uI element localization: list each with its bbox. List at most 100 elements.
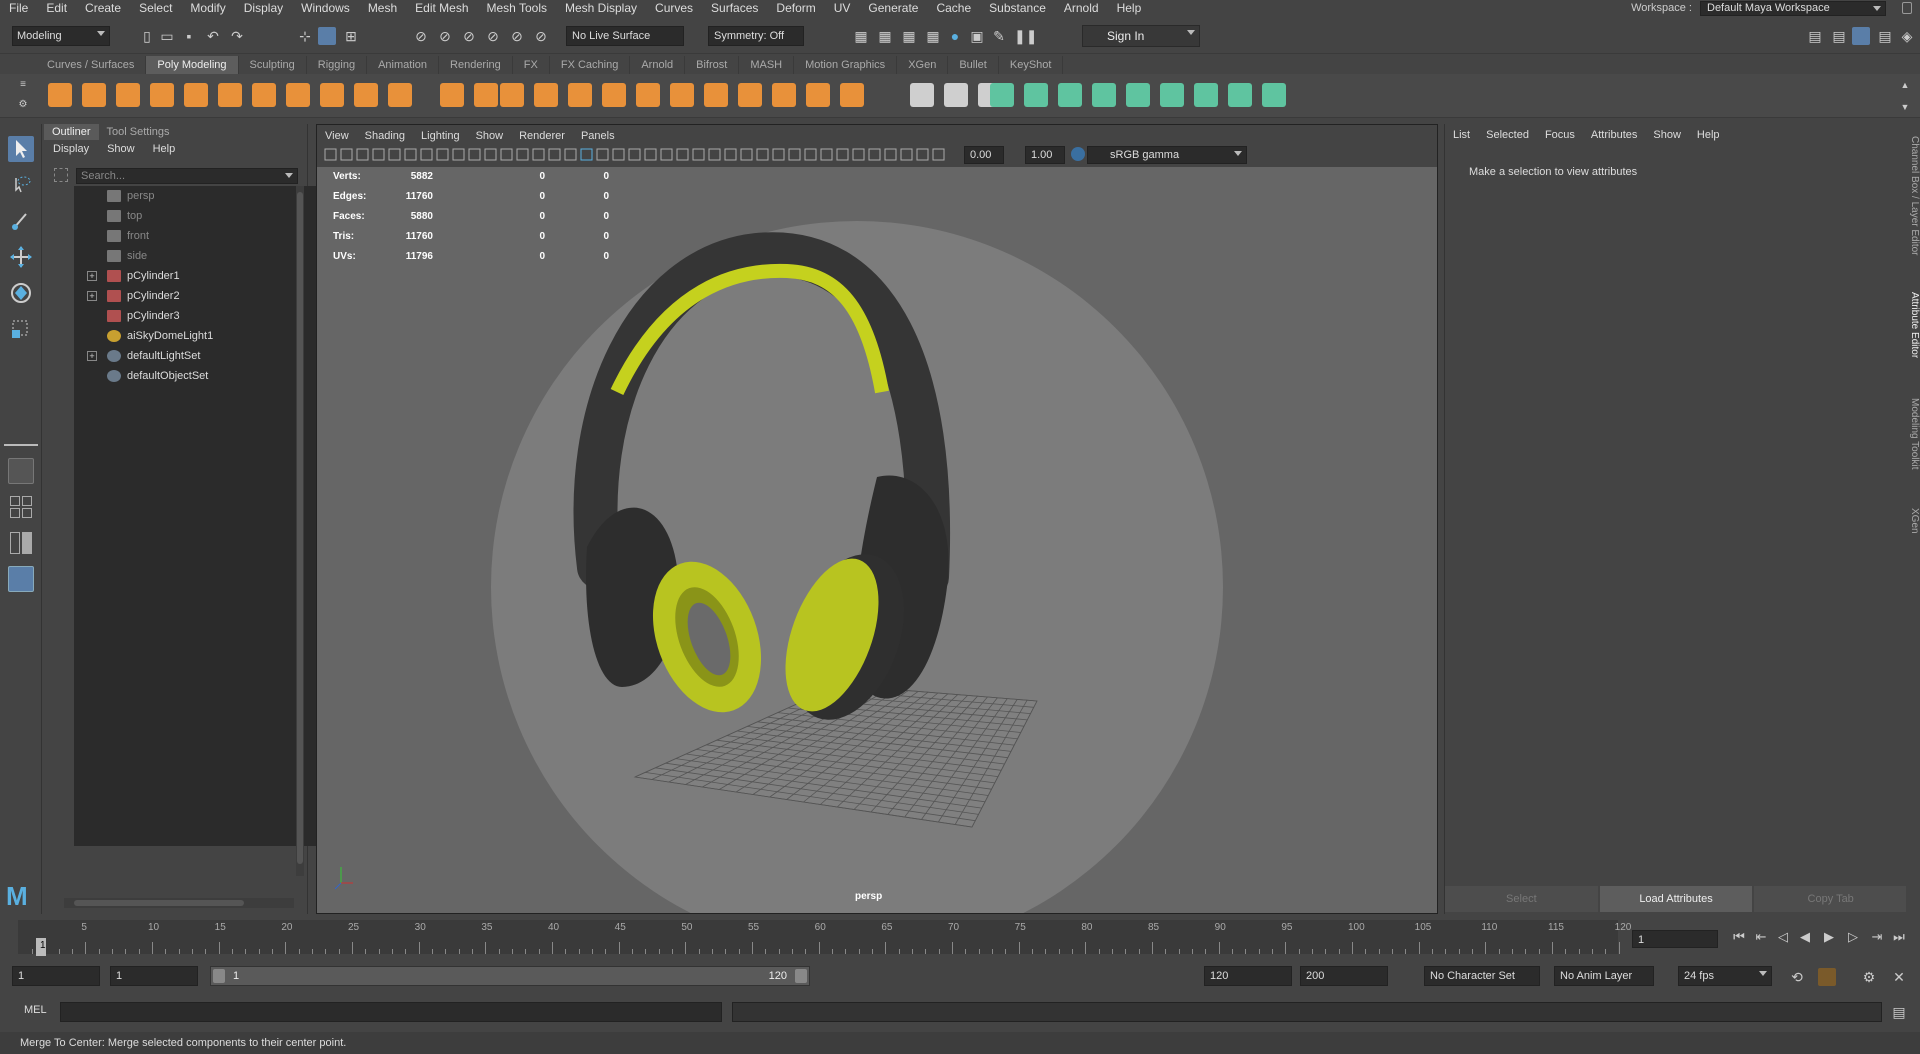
shelf-tab-arnold[interactable]: Arnold — [630, 56, 686, 74]
measure-icon[interactable] — [440, 83, 464, 107]
expand-icon[interactable]: + — [87, 271, 97, 281]
shelf-tab-animation[interactable]: Animation — [367, 56, 440, 74]
panel-toolbar-icons[interactable] — [317, 145, 1437, 165]
workspace-dropdown[interactable]: Default Maya Workspace — [1700, 0, 1886, 16]
animation-start-field[interactable]: 1 — [12, 966, 100, 986]
extrude-icon[interactable] — [772, 83, 796, 107]
load-attributes-button[interactable]: Load Attributes — [1599, 886, 1753, 912]
shelf-tab-rendering[interactable]: Rendering — [439, 56, 513, 74]
menu-deform[interactable]: Deform — [767, 0, 824, 16]
bevel-icon[interactable] — [704, 83, 728, 107]
ipr-render-icon[interactable]: ▦ — [900, 27, 918, 45]
menu-select[interactable]: Select — [130, 0, 181, 16]
shelf-tab-bifrost[interactable]: Bifrost — [685, 56, 740, 74]
cut-uv-icon[interactable] — [1262, 83, 1286, 107]
uv-editor-icon[interactable] — [1058, 83, 1082, 107]
attribute-menu-selected[interactable]: Selected — [1478, 127, 1537, 143]
cylinder-icon[interactable] — [116, 83, 140, 107]
viewport-menu-show[interactable]: Show — [468, 128, 512, 144]
text-icon[interactable] — [354, 83, 378, 107]
platonic-icon[interactable] — [286, 83, 310, 107]
color-management-icon[interactable] — [1071, 147, 1085, 161]
attribute-menu-list[interactable]: List — [1445, 127, 1478, 143]
command-input[interactable] — [60, 1002, 722, 1022]
menu-edit-mesh[interactable]: Edit Mesh — [406, 0, 477, 16]
snap-point-icon[interactable]: ⊘ — [460, 27, 478, 45]
sew-icon[interactable] — [1228, 83, 1252, 107]
menu-arnold[interactable]: Arnold — [1055, 0, 1108, 16]
tab-attribute-editor[interactable]: Attribute Editor — [1906, 292, 1920, 358]
command-language-label[interactable]: MEL — [24, 1004, 47, 1016]
menu-uv[interactable]: UV — [825, 0, 860, 16]
shelf-scroll-up-icon[interactable]: ▲ — [1896, 76, 1914, 94]
select-button[interactable]: Select — [1445, 886, 1598, 912]
snap-curve-icon[interactable]: ⊘ — [436, 27, 454, 45]
select-tool-icon[interactable] — [8, 136, 34, 162]
select-hierarchy-icon[interactable]: ⊹ — [296, 27, 314, 45]
auto-key-icon[interactable] — [1818, 968, 1836, 986]
color-space-dropdown[interactable]: sRGB gamma — [1087, 146, 1247, 164]
time-ruler[interactable]: 5 10 15 20 25 30 35 40 45 50 55 60 65 70 75 80 85 90 95 100… — [18, 920, 1631, 956]
fill-hole-icon[interactable] — [840, 83, 864, 107]
select-object-icon[interactable] — [318, 27, 336, 45]
expand-icon[interactable]: + — [87, 291, 97, 301]
channel-box-toggle-icon[interactable]: ▤ — [1876, 27, 1894, 45]
planar-icon[interactable] — [1092, 83, 1116, 107]
menu-help[interactable]: Help — [1108, 0, 1151, 16]
sculpt-icon[interactable] — [474, 83, 498, 107]
symmetry-dropdown[interactable]: Symmetry: Off — [708, 26, 804, 46]
bridge-icon[interactable] — [738, 83, 762, 107]
menu-windows[interactable]: Windows — [292, 0, 359, 16]
menu-modify[interactable]: Modify — [181, 0, 234, 16]
sound-icon[interactable]: ✕ — [1890, 968, 1908, 986]
snap-view-icon[interactable]: ⊘ — [484, 27, 502, 45]
live-surface-field[interactable]: No Live Surface — [566, 26, 684, 46]
expand-icon[interactable]: + — [87, 351, 97, 361]
menu-file[interactable]: File — [0, 0, 37, 16]
merge-icon[interactable] — [910, 83, 934, 107]
shelf-tab-mash[interactable]: MASH — [739, 56, 795, 74]
tab-channel-box[interactable]: Channel Box / Layer Editor — [1906, 136, 1920, 256]
shelf-tab-keyshot[interactable]: KeyShot — [998, 56, 1064, 74]
attribute-menu-attributes[interactable]: Attributes — [1583, 127, 1645, 143]
menu-cache[interactable]: Cache — [927, 0, 980, 16]
menu-display[interactable]: Display — [235, 0, 292, 16]
modeling-toolkit-icon[interactable]: ▤ — [1806, 27, 1824, 45]
shelf-tab-fx-caching[interactable]: FX Caching — [549, 56, 631, 74]
attribute-menu-help[interactable]: Help — [1689, 127, 1728, 143]
tool-settings-toggle-icon[interactable] — [1852, 27, 1870, 45]
current-frame-field[interactable]: 1 — [1632, 930, 1718, 948]
menu-create[interactable]: Create — [76, 0, 130, 16]
playback-end-field[interactable]: 120 — [1204, 966, 1292, 986]
snap-grid-icon[interactable]: ⊘ — [412, 27, 430, 45]
arnold-render-icon[interactable]: ▣ — [968, 27, 986, 45]
shelf-tab-poly-modeling[interactable]: Poly Modeling — [146, 56, 239, 74]
arnold-ipr-icon[interactable]: ✎ — [990, 27, 1008, 45]
range-end-handle[interactable] — [795, 969, 807, 983]
unfold-icon[interactable] — [1160, 83, 1184, 107]
animation-end-field[interactable]: 200 — [1300, 966, 1388, 986]
super-shape-icon[interactable] — [320, 83, 344, 107]
rotate-tool-icon[interactable] — [8, 280, 34, 306]
mirror-icon[interactable] — [670, 83, 694, 107]
anim-prefs-icon[interactable]: ⚙ — [1860, 968, 1878, 986]
tab-outliner[interactable]: Outliner — [44, 124, 99, 140]
select-component-icon[interactable]: ⊞ — [342, 27, 360, 45]
shelf-tab-motion-graphics[interactable]: Motion Graphics — [794, 56, 898, 74]
step-forward-key-icon[interactable]: ⇥ — [1868, 928, 1886, 946]
scale-tool-icon[interactable] — [8, 316, 34, 342]
paint-select-tool-icon[interactable] — [8, 208, 34, 234]
shelf-tab-rigging[interactable]: Rigging — [306, 56, 368, 74]
extract-icon[interactable] — [568, 83, 592, 107]
outliner-menu-display[interactable]: Display — [44, 140, 98, 158]
playback-start-field[interactable]: 1 — [110, 966, 198, 986]
single-perspective-layout-icon[interactable] — [8, 458, 34, 484]
layout-icon[interactable] — [1194, 83, 1218, 107]
play-forwards-icon[interactable]: ▶ — [1820, 928, 1838, 946]
smooth-icon[interactable] — [602, 83, 626, 107]
shelf-tab-sculpting[interactable]: Sculpting — [238, 56, 307, 74]
go-to-end-icon[interactable]: ⏭ — [1890, 928, 1908, 946]
save-scene-icon[interactable]: ▪ — [180, 27, 198, 45]
menu-curves[interactable]: Curves — [646, 0, 702, 16]
persp-outliner-layout-icon[interactable] — [8, 530, 34, 556]
